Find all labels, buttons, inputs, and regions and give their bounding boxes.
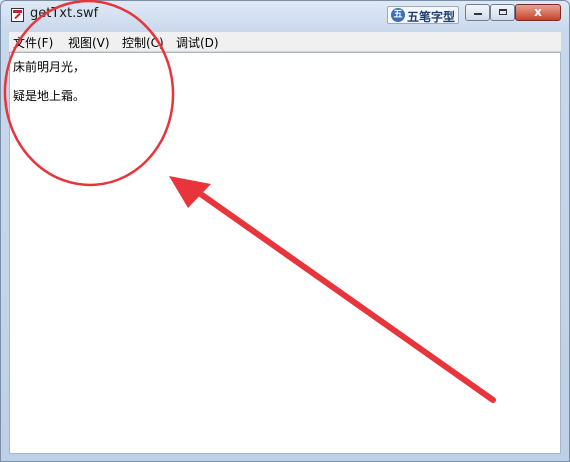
flash-player-icon[interactable] (11, 8, 24, 22)
app-window: getTxt.swf 五 五笔字型 x 文件(F) 视图(V) 控制(C) 调试… (0, 0, 570, 462)
menu-debug[interactable]: 调试(D) (176, 34, 219, 51)
minimize-icon (473, 13, 482, 15)
text-line-1: 床前明月光， (13, 60, 86, 74)
title-bar[interactable]: getTxt.swf 五 五笔字型 x (1, 1, 569, 29)
ime-logo-icon: 五 (391, 8, 405, 22)
menu-bar: 文件(F) 视图(V) 控制(C) 调试(D) (9, 32, 561, 52)
ime-label: 五笔字型 (407, 10, 456, 24)
menu-file[interactable]: 文件(F) (13, 34, 53, 51)
menu-control[interactable]: 控制(C) (122, 34, 164, 51)
window-title: getTxt.swf (30, 6, 99, 21)
maximize-icon (498, 9, 507, 15)
close-icon: x (534, 5, 542, 19)
menu-view[interactable]: 视图(V) (68, 34, 110, 51)
minimize-button[interactable] (465, 4, 490, 21)
maximize-button[interactable] (490, 4, 515, 21)
ime-indicator[interactable]: 五 五笔字型 (387, 6, 459, 24)
close-button[interactable]: x (515, 4, 561, 21)
text-line-2: 疑是地上霜。 (13, 89, 86, 103)
content-area[interactable]: 床前明月光， 疑是地上霜。 (9, 52, 561, 454)
